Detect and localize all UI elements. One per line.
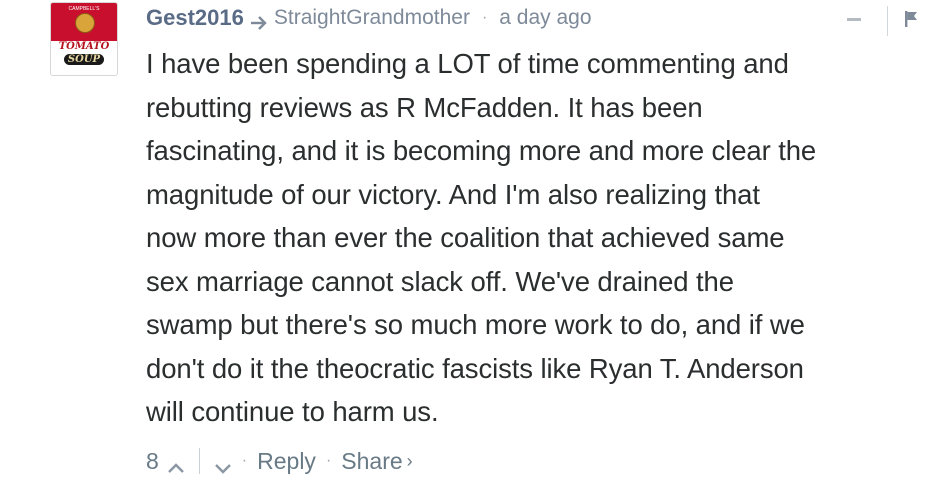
flag-icon <box>905 11 917 27</box>
comment: CAMPBELL'S TOMATO SOUP Gest2016 Straight… <box>0 0 934 484</box>
timestamp-link[interactable]: a day ago <box>499 6 591 30</box>
parent-author-link[interactable]: StraightGrandmother <box>274 6 470 30</box>
author-name[interactable]: Gest2016 <box>146 5 244 31</box>
comment-footer: 8 · Reply · Share › <box>146 444 413 478</box>
header-separator: · <box>481 9 488 26</box>
tomato-soup-can-icon: TOMATO SOUP <box>51 41 117 65</box>
comment-body-line: now more than ever the coalition that ac… <box>146 222 785 253</box>
chevron-down-icon <box>214 464 231 474</box>
comment-body-line: sex marriage cannot slack off. We've dra… <box>146 265 734 297</box>
comment-body-line: rebutting reviews as R McFadden. It has … <box>146 91 703 123</box>
comment-body: I have been spending a LOT of time comme… <box>146 42 932 434</box>
chevron-up-icon <box>167 463 184 473</box>
share-button[interactable]: Share <box>341 448 402 475</box>
header-divider <box>887 6 888 36</box>
avatar-small-text: CAMPBELL'S <box>68 6 100 12</box>
upvote-count: 8 <box>146 447 159 474</box>
downvote-button[interactable] <box>214 454 232 474</box>
avatar-label-line2: SOUP <box>63 54 105 65</box>
comment-body-line: I have been spending a LOT of time comme… <box>146 48 789 79</box>
comment-body-line: magnitude of our victory. And I'm also r… <box>146 178 760 210</box>
comment-body-line: will continue to harm us. <box>146 396 439 427</box>
comment-body-line: swamp but there's so much more work to d… <box>146 309 805 340</box>
avatar[interactable]: CAMPBELL'S TOMATO SOUP <box>50 2 118 76</box>
footer-separator: · <box>325 452 332 469</box>
comment-body-line: don't do it the theocratic fascists like… <box>146 352 804 384</box>
minus-icon <box>847 18 861 21</box>
comment-header: Gest2016 StraightGrandmother · a day ago <box>146 4 592 32</box>
reply-button[interactable]: Reply <box>257 448 316 475</box>
comment-body-line: fascinating, and it is becoming more and… <box>146 135 817 166</box>
avatar-medal-icon <box>75 13 95 33</box>
share-caret-icon: › <box>406 450 413 471</box>
footer-separator: · <box>241 452 248 469</box>
upvote-button[interactable] <box>167 454 185 473</box>
flag-button[interactable] <box>901 9 921 29</box>
avatar-label-line1: TOMATO <box>58 41 110 52</box>
reply-arrow-icon <box>250 10 270 30</box>
vote-divider <box>198 448 200 474</box>
collapse-button[interactable] <box>842 8 866 28</box>
